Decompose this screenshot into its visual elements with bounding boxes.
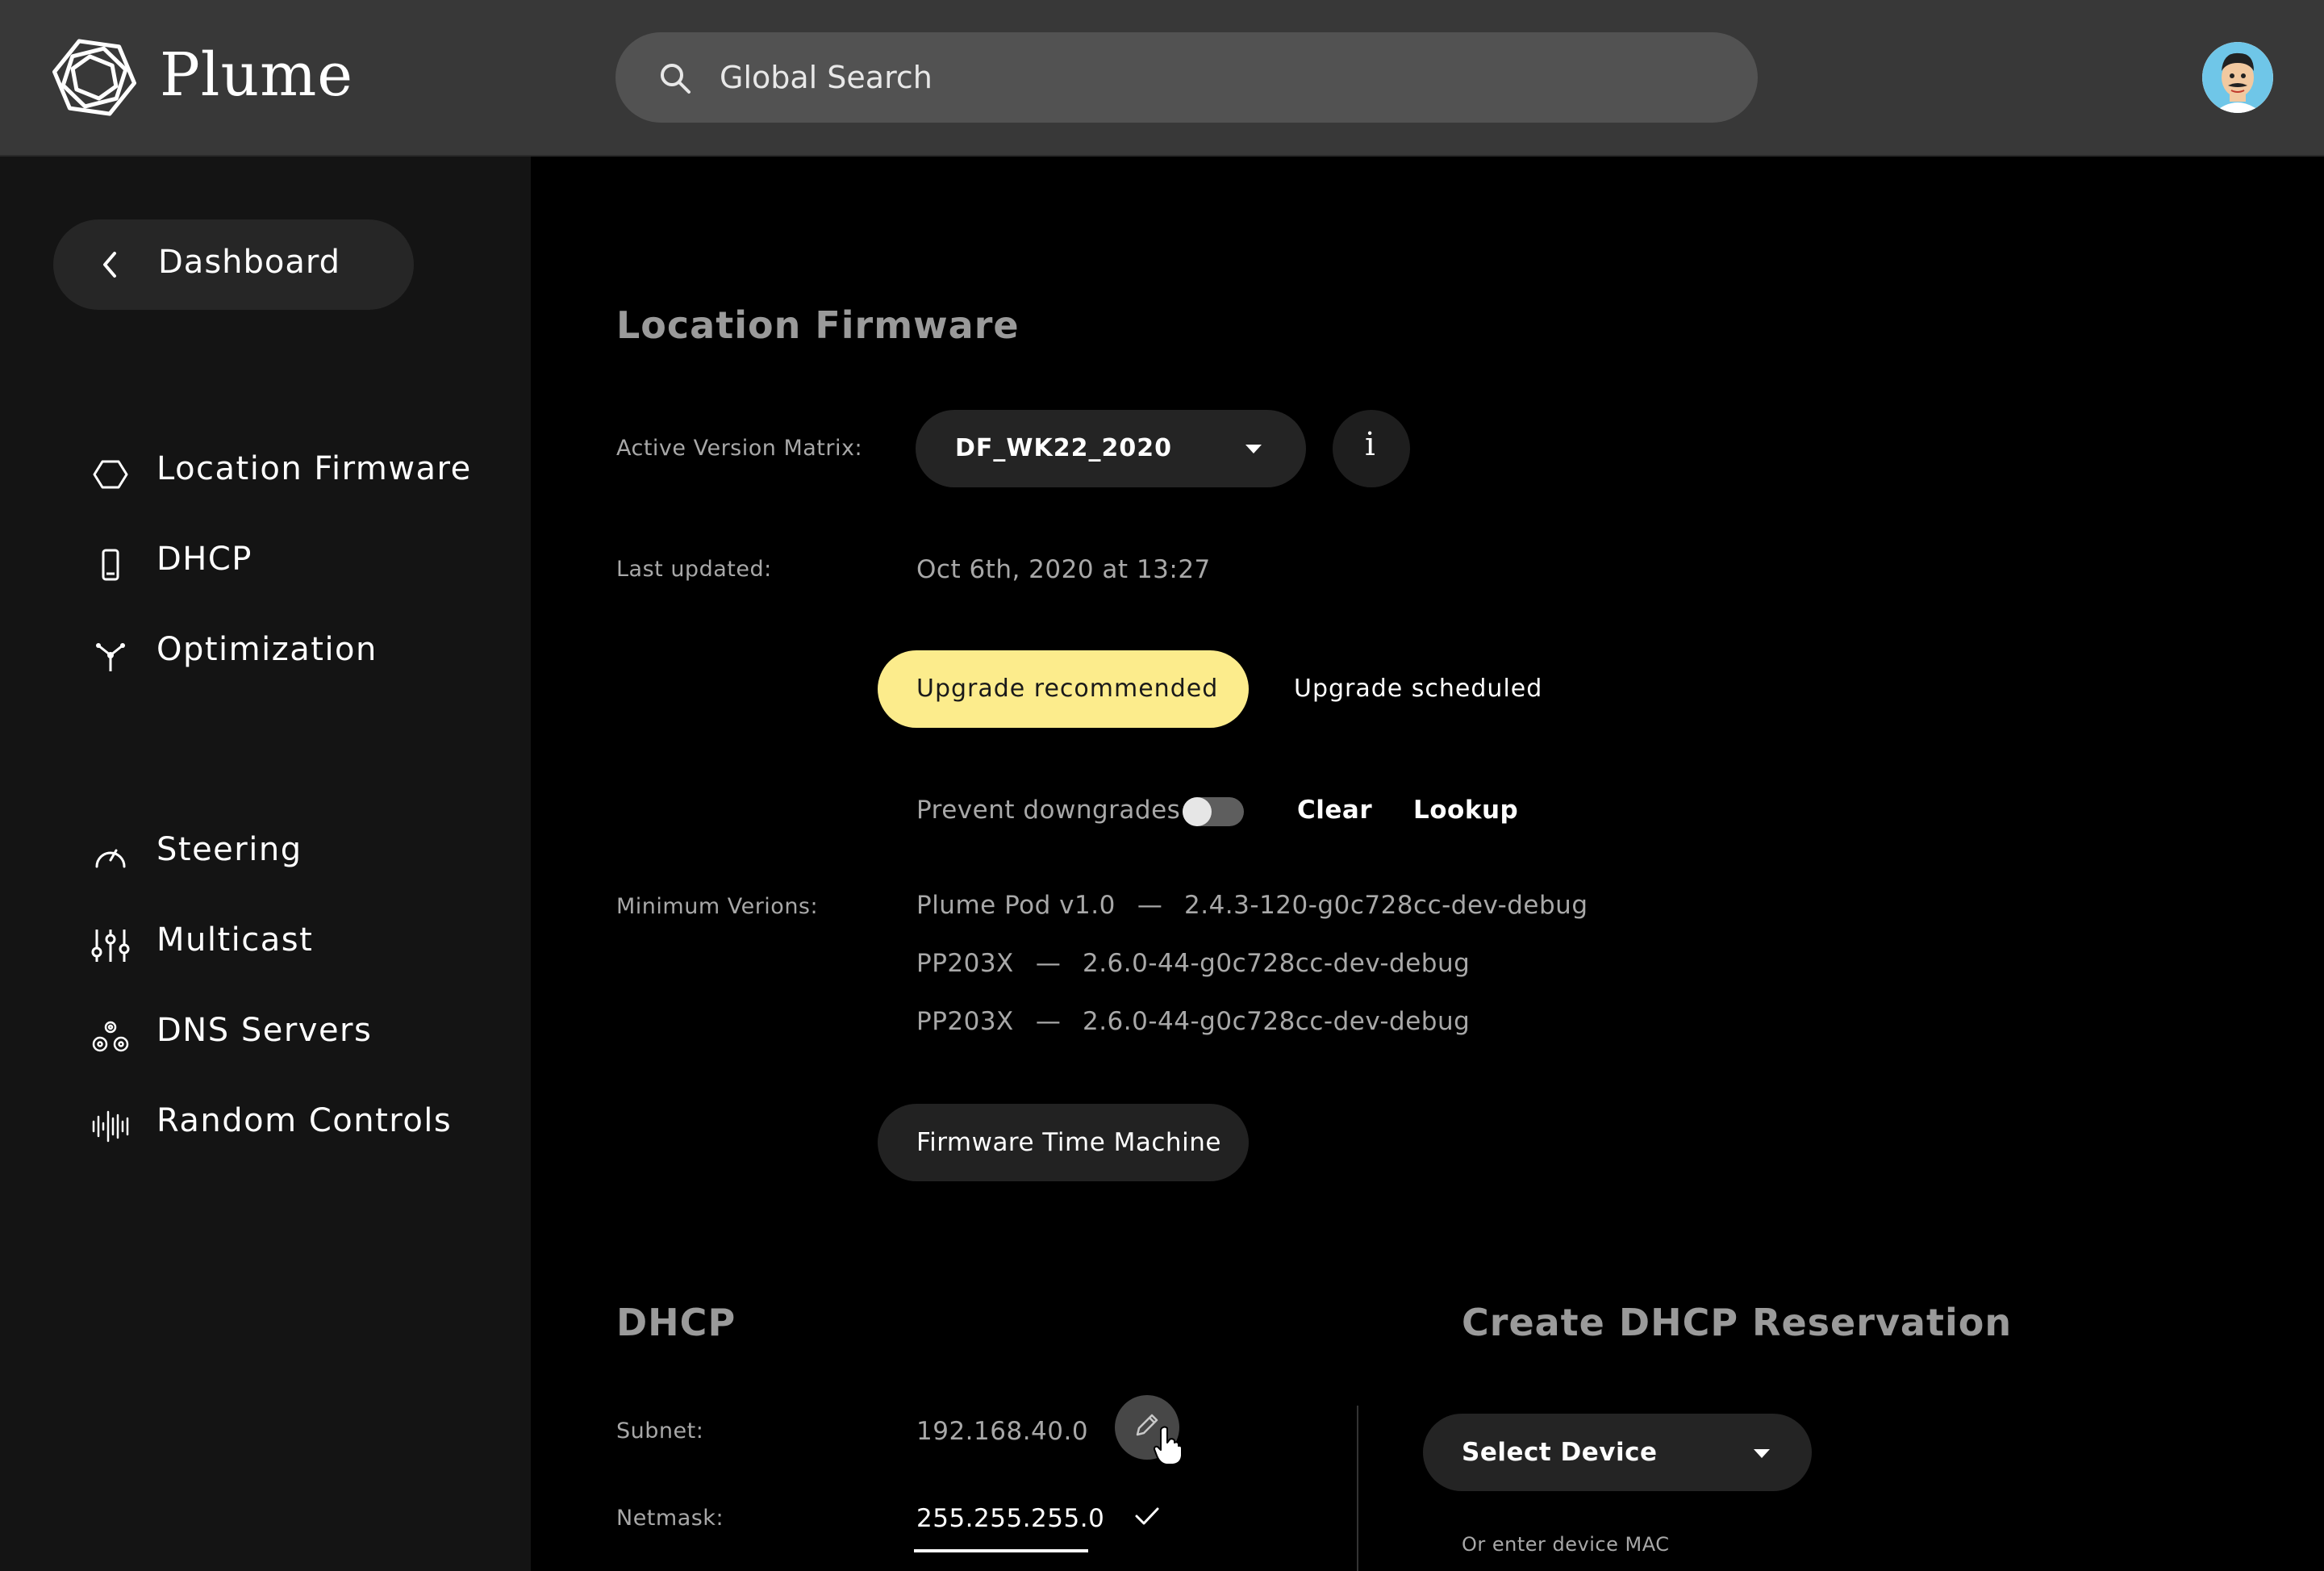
sidebar-item-label: Optimization [156,631,378,668]
min-version-model: PP203X [916,1007,1014,1036]
min-version-model: Plume Pod v1.0 [916,891,1116,920]
separator: — [1035,949,1061,978]
min-version-row: Plume Pod v1.0 — 2.4.3-120-g0c728cc-dev-… [916,891,1588,920]
lookup-button[interactable]: Lookup [1413,796,1518,825]
min-version-value: 2.4.3-120-g0c728cc-dev-debug [1184,891,1588,920]
waveform-icon [92,1110,129,1143]
sidebar-item-label: Random Controls [156,1102,453,1139]
dashboard-label: Dashboard [158,244,341,281]
netmask-label: Netmask: [616,1506,724,1531]
prevent-downgrades-label: Prevent downgrades [916,796,1181,825]
netmask-underline [914,1549,1088,1552]
select-device-label: Select Device [1462,1438,1658,1467]
clear-button[interactable]: Clear [1297,796,1372,825]
chevron-left-icon [103,252,116,278]
hexagon-icon [93,460,128,489]
last-updated-label: Last updated: [616,557,772,582]
separator: — [1035,1007,1061,1036]
brand-name[interactable]: Plume [160,40,353,110]
hand-cursor-icon [1154,1426,1183,1465]
sliders-icon [91,930,130,962]
upgrade-scheduled-button[interactable]: Upgrade scheduled [1294,675,1542,703]
info-icon: i [1365,426,1375,463]
min-version-model: PP203X [916,949,1014,978]
min-version-value: 2.6.0-44-g0c728cc-dev-debug [1082,949,1471,978]
caret-down-icon [1245,445,1262,453]
plume-logo-icon[interactable] [50,36,139,119]
speedometer-icon [95,849,126,868]
sidebar-item-optimization[interactable]: Optimization [89,621,508,686]
sidebar-item-dhcp[interactable]: DHCP [89,531,508,595]
network-fork-icon [96,643,125,671]
active-version-matrix-label: Active Version Matrix: [616,436,863,461]
sidebar-item-dns-servers[interactable]: DNS Servers [89,1002,508,1067]
sidebar-item-location-firmware[interactable]: Location Firmware [89,441,508,505]
sidebar-item-label: DNS Servers [156,1012,373,1049]
version-matrix-value: DF_WK22_2020 [955,434,1172,462]
avatar-illustration-icon [2202,42,2273,113]
user-avatar[interactable] [2202,42,2273,113]
min-version-value: 2.6.0-44-g0c728cc-dev-debug [1082,1007,1471,1036]
search-placeholder: Global Search [720,60,933,95]
subnet-value: 192.168.40.0 [916,1417,1089,1446]
dhcp-title: DHCP [616,1301,736,1344]
minimum-versions-label: Minimum Verions: [616,894,819,919]
sidebar-item-label: Steering [156,831,302,868]
min-version-row: PP203X — 2.6.0-44-g0c728cc-dev-debug [916,949,1470,978]
sidebar-item-label: Location Firmware [156,450,472,487]
section-divider [1357,1406,1358,1571]
subnet-label: Subnet: [616,1418,704,1444]
device-icon [102,549,119,581]
sidebar-item-label: Multicast [156,921,314,959]
search-icon [661,64,691,94]
sidebar-item-steering[interactable]: Steering [89,821,508,886]
firmware-time-machine-label: Firmware Time Machine [916,1128,1221,1157]
sidebar-item-multicast[interactable]: Multicast [89,912,508,976]
location-firmware-title: Location Firmware [616,303,1020,347]
mac-hint-label: Or enter device MAC [1462,1533,1670,1556]
checkmark-icon[interactable] [1133,1504,1162,1528]
caret-down-icon [1754,1449,1770,1458]
upgrade-recommended-label: Upgrade recommended [916,675,1219,703]
gears-icon [92,1021,129,1052]
last-updated-value: Oct 6th, 2020 at 13:27 [916,555,1211,584]
min-version-row: PP203X — 2.6.0-44-g0c728cc-dev-debug [916,1007,1470,1036]
netmask-input[interactable]: 255.255.255.0 [916,1504,1104,1533]
separator: — [1137,891,1162,920]
toggle-knob [1183,797,1212,826]
sidebar-item-random-controls[interactable]: Random Controls [89,1093,508,1157]
create-dhcp-reservation-title: Create DHCP Reservation [1462,1301,2013,1344]
sidebar-item-label: DHCP [156,541,252,578]
